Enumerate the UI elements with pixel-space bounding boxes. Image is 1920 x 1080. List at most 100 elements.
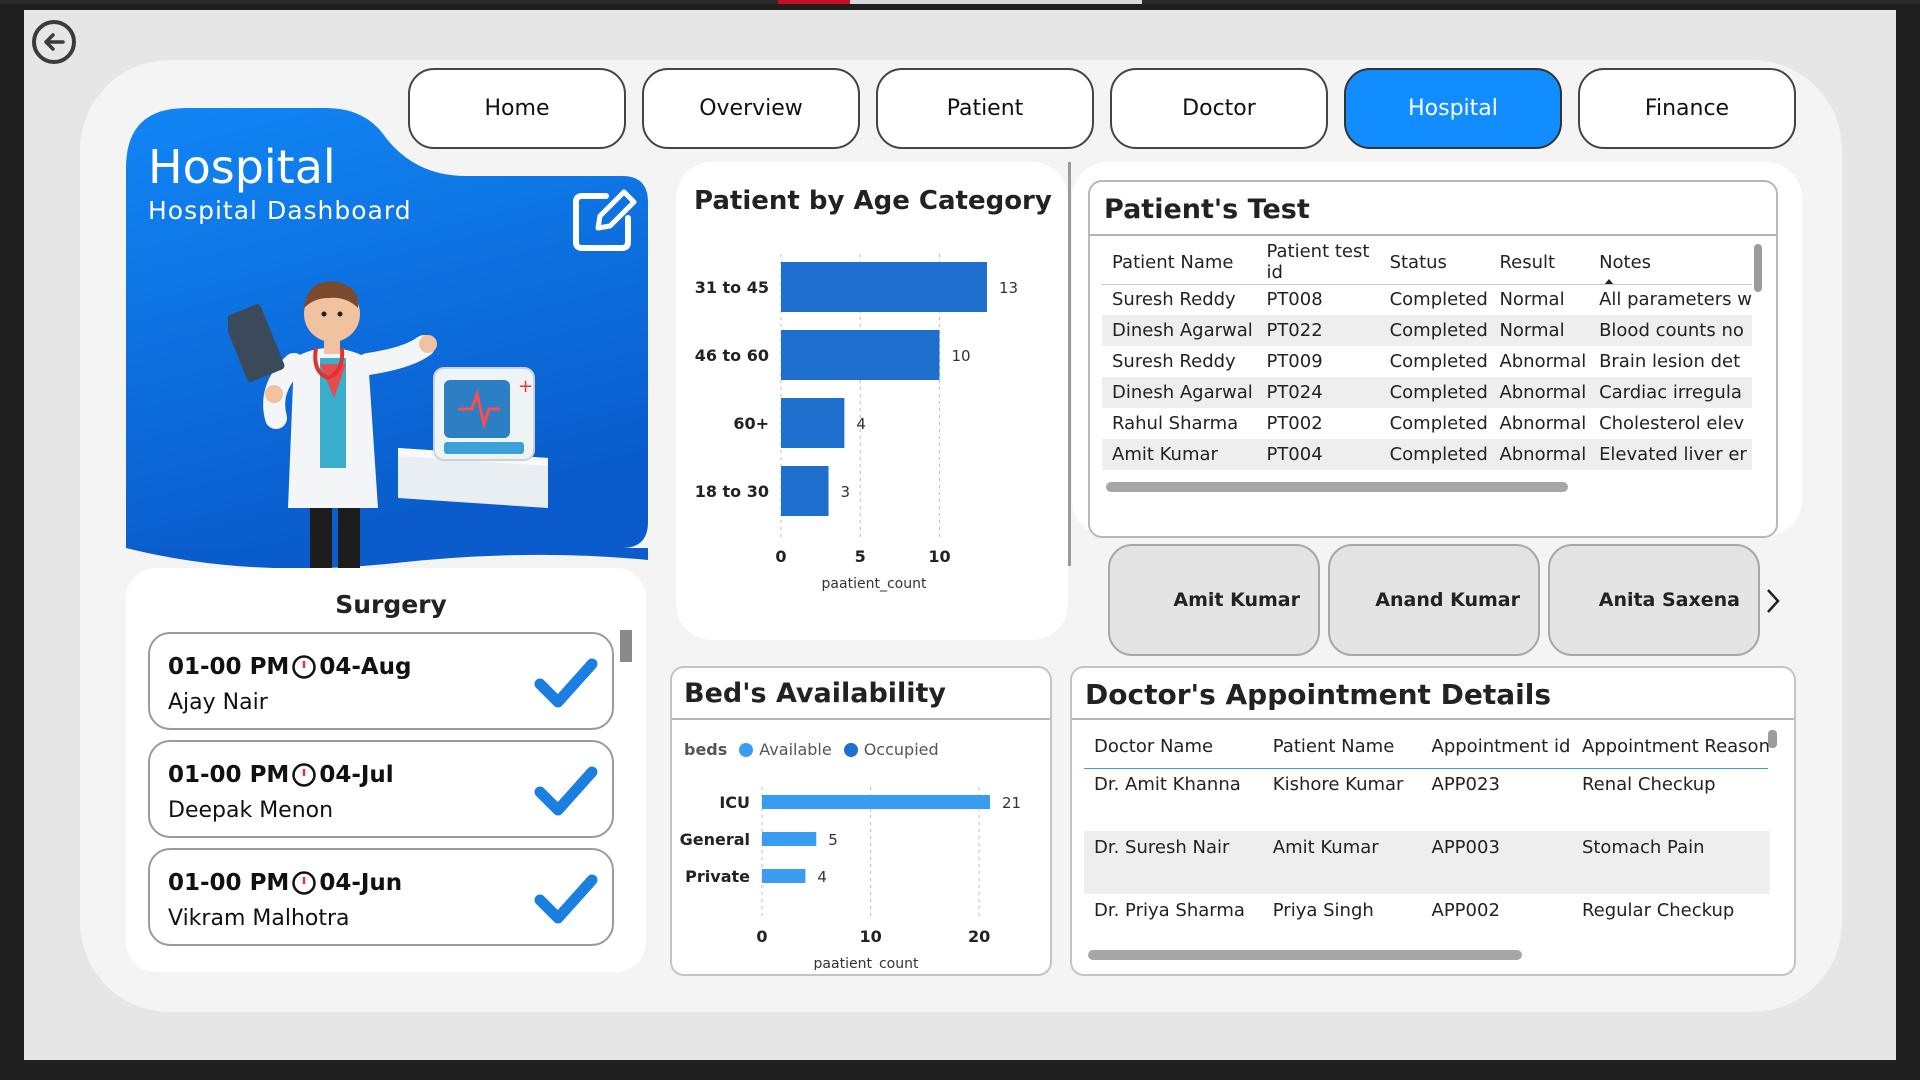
surgery-card[interactable]: 01-00 PM 04-Jun Vikram Malhotra — [148, 848, 614, 946]
surgery-card[interactable]: 01-00 PM 04-Jul Deepak Menon — [148, 740, 614, 838]
top-strip-red — [778, 0, 850, 4]
x-tick-label: 0 — [756, 927, 767, 946]
table-cell: Priya Singh — [1272, 900, 1374, 921]
nav-finance-button[interactable]: Finance — [1578, 68, 1796, 149]
table-cell: Abnormal — [1499, 382, 1587, 403]
chevron-right-icon[interactable] — [1764, 586, 1782, 616]
data-label: 5 — [828, 831, 838, 849]
table-cell: PT024 — [1266, 382, 1323, 403]
test-vertical-scrollbar[interactable] — [1754, 244, 1762, 292]
table-row[interactable]: Dinesh Agarwal PT022 Completed Normal Blood … — [1102, 315, 1752, 346]
checkmark-icon — [534, 766, 598, 816]
column-header[interactable]: Result — [1493, 240, 1593, 284]
category-label: ICU — [719, 793, 750, 812]
table-cell: Renal Checkup — [1581, 774, 1716, 795]
table-cell: Abnormal — [1499, 444, 1587, 465]
surgery-card[interactable]: 01-00 PM 04-Aug Ajay Nair — [148, 632, 614, 730]
age-bar-chart: 0 5 10 31 to 45 13 46 to 60 10 60+ 4 18 to 30 3 paa… — [695, 254, 1018, 592]
column-header[interactable]: Patient Name — [1102, 240, 1260, 284]
test-horizontal-scrollbar[interactable] — [1106, 482, 1568, 492]
data-label: 4 — [817, 868, 827, 886]
surgery-patient-name: Vikram Malhotra — [168, 906, 350, 931]
table-cell: Dr. Amit Khanna — [1094, 774, 1241, 795]
table-row[interactable]: Dinesh Agarwal PT024 Completed Abnormal Card… — [1102, 377, 1752, 408]
data-label: 4 — [856, 415, 866, 433]
doctor-illustration: + — [228, 281, 548, 578]
title-divider — [1090, 234, 1776, 236]
table-cell: Dr. Priya Sharma — [1094, 900, 1245, 921]
column-header[interactable]: Status — [1384, 240, 1494, 284]
x-tick-label: 5 — [855, 547, 866, 566]
column-header[interactable]: Appointment Reason — [1576, 724, 1770, 768]
table-cell: PT004 — [1266, 444, 1323, 465]
table-cell: Amit Kumar — [1272, 837, 1379, 858]
table-cell: Rahul Sharma — [1112, 413, 1239, 434]
column-header-sorted[interactable]: Notes — [1593, 240, 1752, 285]
legend-label-available[interactable]: Available — [759, 740, 831, 759]
surgery-time: 01-00 PM — [168, 762, 290, 788]
patient-test-table-wrap: Patient Name Patient test id Status Resu… — [1102, 240, 1752, 474]
nav-patient-button[interactable]: Patient — [876, 68, 1094, 149]
table-row[interactable]: Rahul Sharma PT002 Completed Abnormal Choles… — [1102, 408, 1752, 439]
column-header[interactable]: Doctor Name — [1084, 724, 1267, 768]
bar — [781, 466, 829, 516]
category-label: 31 to 45 — [695, 278, 769, 297]
table-cell: Cardiac irregula — [1599, 382, 1742, 403]
hero-title: Hospital — [148, 140, 336, 194]
doctor-filter-button[interactable]: Anita Saxena — [1548, 544, 1760, 656]
nav-doctor-button[interactable]: Doctor — [1110, 68, 1328, 149]
table-row[interactable]: Suresh Reddy PT008 Completed Normal All para… — [1102, 284, 1752, 315]
appointment-horizontal-scrollbar[interactable] — [1088, 950, 1522, 960]
table-cell: Cholesterol elev — [1599, 413, 1745, 434]
legend-label-occupied[interactable]: Occupied — [864, 740, 939, 759]
category-label: General — [680, 830, 750, 849]
checkmark-icon — [534, 658, 598, 708]
category-label: 18 to 30 — [695, 482, 769, 501]
table-cell: PT002 — [1266, 413, 1323, 434]
category-label: 46 to 60 — [695, 346, 769, 365]
x-axis-label: paatient_count — [822, 576, 927, 592]
surgery-scrollbar[interactable] — [620, 630, 632, 662]
surgery-time: 01-00 PM — [168, 870, 290, 896]
table-cell: APP002 — [1431, 900, 1500, 921]
table-cell: Brain lesion det — [1599, 351, 1741, 372]
bar — [781, 398, 845, 448]
table-cell: APP023 — [1431, 774, 1500, 795]
bar — [781, 330, 940, 380]
edit-icon[interactable] — [570, 186, 638, 258]
surgery-time: 01-00 PM — [168, 654, 290, 680]
patient-test-table: Patient Name Patient test id Status Resu… — [1102, 240, 1752, 470]
column-header-label: Notes — [1599, 251, 1652, 273]
table-cell: Suresh Reddy — [1112, 351, 1236, 372]
nav-overview-button[interactable]: Overview — [642, 68, 860, 149]
column-header[interactable]: Patient test id — [1260, 240, 1383, 284]
back-arrow-icon[interactable] — [32, 20, 76, 64]
table-row[interactable]: Dr. Amit Khanna Kishore Kumar APP023 Renal … — [1084, 768, 1770, 831]
bed-chart-title: Bed's Availability — [684, 678, 947, 709]
table-cell: Dinesh Agarwal — [1112, 320, 1253, 341]
table-row[interactable]: Amit Kumar PT004 Completed Abnormal Elevated… — [1102, 439, 1752, 470]
appointment-vertical-scrollbar[interactable] — [1768, 730, 1777, 748]
category-label: 60+ — [733, 414, 769, 433]
legend-swatch-occupied — [843, 742, 858, 757]
x-tick-label: 10 — [859, 927, 881, 946]
table-cell: Amit Kumar — [1112, 444, 1218, 465]
table-row[interactable]: Suresh Reddy PT009 Completed Abnormal Brain … — [1102, 346, 1752, 377]
appointment-table: Doctor Name Patient Name Appointment id … — [1084, 724, 1770, 946]
table-cell: Completed — [1389, 413, 1488, 434]
table-row[interactable]: Dr. Suresh Nair Amit Kumar APP003 Stomach P… — [1084, 831, 1770, 894]
x-tick-label: 20 — [968, 927, 990, 946]
nav-hospital-button[interactable]: Hospital — [1344, 68, 1562, 149]
column-header[interactable]: Appointment id — [1426, 724, 1576, 768]
surgery-date: 04-Jul — [319, 762, 394, 788]
table-cell: Completed — [1389, 444, 1488, 465]
table-cell: Completed — [1389, 320, 1488, 341]
table-row[interactable]: Dr. Priya Sharma Priya Singh APP002 Regular… — [1084, 894, 1770, 946]
column-header[interactable]: Patient Name — [1267, 724, 1426, 768]
doctor-filter-button[interactable]: Anand Kumar — [1328, 544, 1540, 656]
table-cell: APP003 — [1431, 837, 1500, 858]
data-label: 21 — [1002, 794, 1021, 812]
doctor-filter-button[interactable]: Amit Kumar — [1108, 544, 1320, 656]
table-cell: Elevated liver er — [1599, 444, 1747, 465]
table-cell: Suresh Reddy — [1112, 289, 1236, 310]
